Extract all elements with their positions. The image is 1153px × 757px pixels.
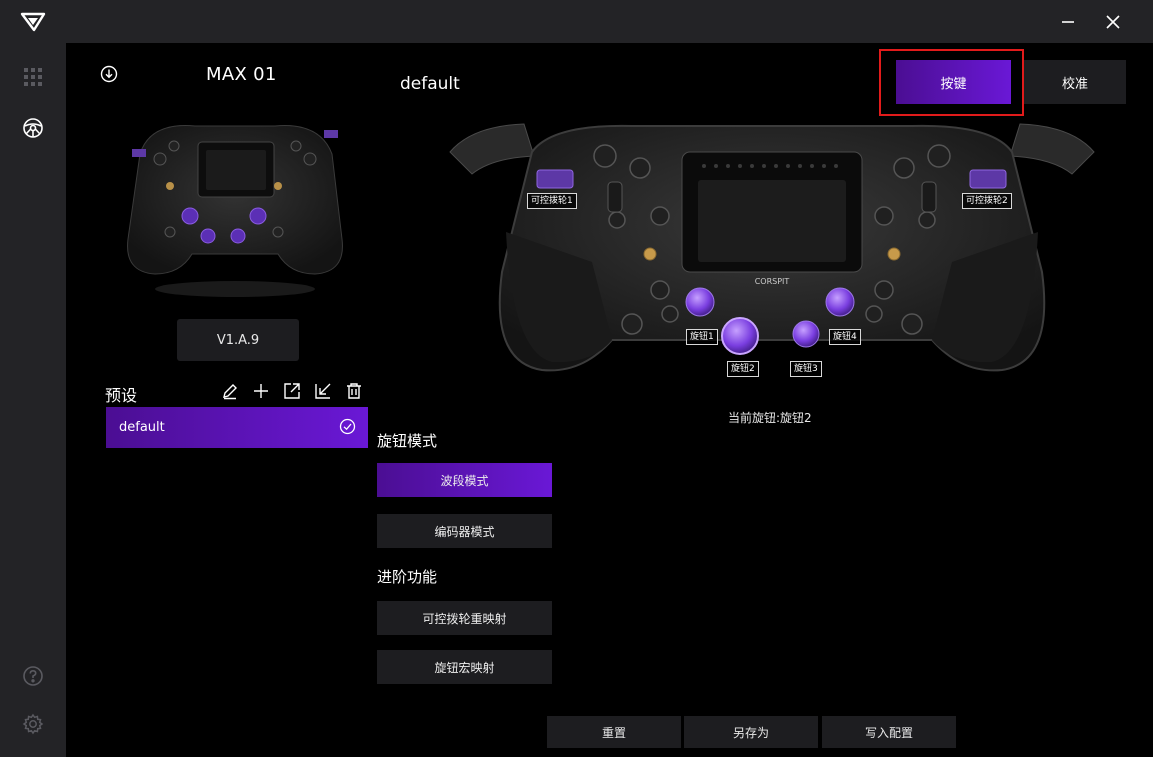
check-circle-icon <box>339 418 356 435</box>
sidebar <box>0 43 66 757</box>
wheel-thumbnail <box>110 104 360 304</box>
write-config-button[interactable]: 写入配置 <box>822 716 956 748</box>
title-bar <box>0 0 1153 43</box>
advanced-title: 进阶功能 <box>377 568 438 586</box>
export-icon[interactable] <box>282 380 302 402</box>
wheel-image: CORSPIT <box>442 112 1102 407</box>
tab-keys[interactable]: 按键 <box>896 60 1011 104</box>
app-logo-icon <box>20 10 46 34</box>
tag-knob-3[interactable]: 旋钮3 <box>790 361 822 377</box>
device-model: MAX 01 <box>206 64 277 85</box>
import-icon[interactable] <box>313 380 333 402</box>
encoder-mode-button[interactable]: 编码器模式 <box>377 514 552 548</box>
preset-item-default[interactable]: default <box>106 407 368 448</box>
delete-icon[interactable] <box>344 380 364 402</box>
edit-icon[interactable] <box>220 380 240 402</box>
reset-button[interactable]: 重置 <box>547 716 681 748</box>
grid-icon[interactable] <box>21 65 45 89</box>
current-knob-text: 当前旋钮:旋钮2 <box>728 411 812 425</box>
preset-toolbar <box>220 380 364 402</box>
wheel-brand: CORSPIT <box>755 277 790 286</box>
preset-item-label: default <box>119 420 165 435</box>
band-mode-button[interactable]: 波段模式 <box>377 463 552 497</box>
knob-mode-title: 旋钮模式 <box>377 432 438 450</box>
add-icon[interactable] <box>251 380 271 402</box>
preset-label: 预设 <box>105 386 138 405</box>
tag-paddle-2[interactable]: 可控拨轮2 <box>962 193 1012 209</box>
paddle-remap-button[interactable]: 可控拨轮重映射 <box>377 601 552 635</box>
save-as-button[interactable]: 另存为 <box>684 716 818 748</box>
tab-calibration[interactable]: 校准 <box>1024 60 1126 104</box>
close-button[interactable] <box>1098 8 1128 36</box>
steering-wheel-icon[interactable] <box>21 116 45 140</box>
firmware-version-button[interactable]: V1.A.9 <box>177 319 299 361</box>
download-icon[interactable] <box>99 64 119 84</box>
help-icon[interactable] <box>21 664 45 688</box>
gear-icon[interactable] <box>21 712 45 736</box>
profile-name: default <box>400 74 460 94</box>
tag-knob-4[interactable]: 旋钮4 <box>829 329 861 345</box>
tag-paddle-1[interactable]: 可控拨轮1 <box>527 193 577 209</box>
tag-knob-1[interactable]: 旋钮1 <box>686 329 718 345</box>
tag-knob-2[interactable]: 旋钮2 <box>727 361 759 377</box>
minimize-button[interactable] <box>1053 8 1083 36</box>
knob-macro-button[interactable]: 旋钮宏映射 <box>377 650 552 684</box>
